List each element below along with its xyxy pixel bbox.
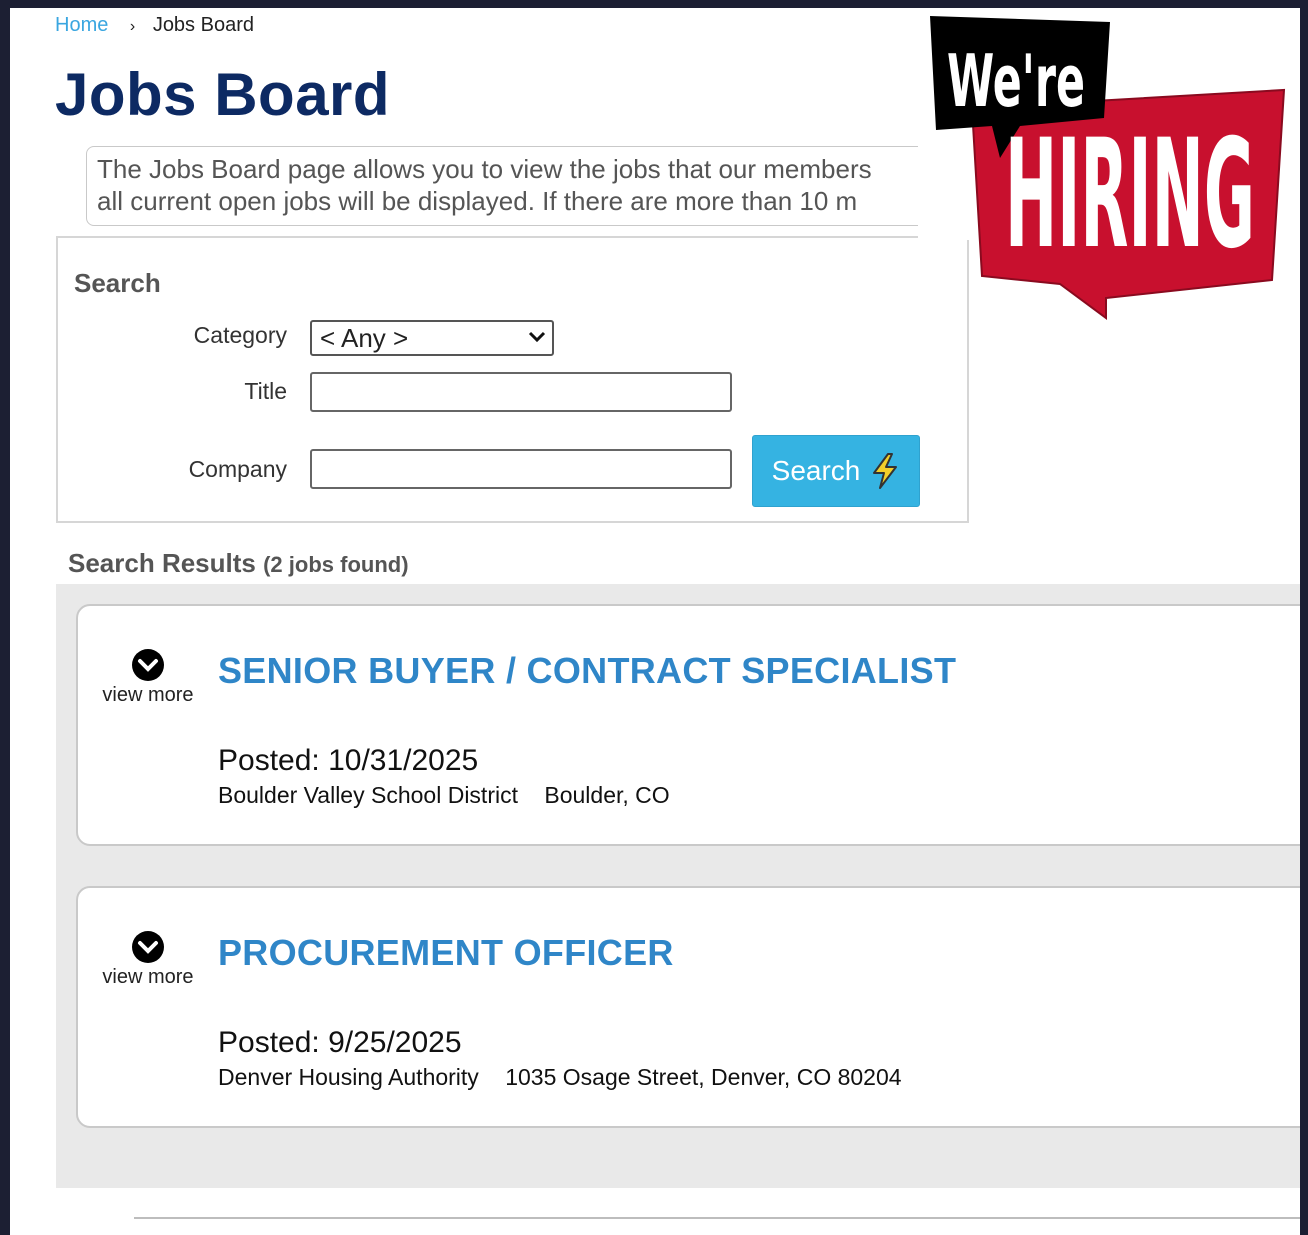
results-heading-label: Search Results	[68, 548, 256, 578]
job-location: 1035 Osage Street, Denver, CO 80204	[505, 1064, 902, 1090]
results-list: view more SENIOR BUYER / CONTRACT SPECIA…	[56, 584, 1300, 1188]
breadcrumb: Home › Jobs Board	[55, 14, 254, 37]
title-label: Title	[244, 378, 287, 404]
category-select[interactable]: < Any >	[310, 320, 554, 356]
job-location: Boulder, CO	[544, 782, 670, 808]
job-title-link[interactable]: SENIOR BUYER / CONTRACT SPECIALIST	[218, 650, 956, 692]
results-count: (2 jobs found)	[263, 552, 409, 577]
view-more-toggle[interactable]: view more	[96, 930, 200, 989]
job-title-link[interactable]: PROCUREMENT OFFICER	[218, 932, 674, 974]
badge-line-2: HIRING	[1005, 108, 1255, 282]
search-button-label: Search	[771, 455, 861, 486]
results-heading: Search Results (2 jobs found)	[68, 548, 409, 579]
company-label: Company	[188, 456, 287, 482]
lightning-icon	[873, 453, 898, 489]
view-more-label: view more	[102, 684, 194, 706]
breadcrumb-separator: ›	[129, 18, 136, 35]
category-select-value: < Any >	[320, 323, 409, 353]
jobs-board-page: Home › Jobs Board Jobs Board The Jobs Bo…	[10, 8, 1300, 1235]
breadcrumb-current: Jobs Board	[152, 14, 254, 36]
job-card: view more PROCUREMENT OFFICER Posted: 9/…	[76, 886, 1300, 1128]
category-label: Category	[193, 322, 287, 348]
chevron-circle-down-icon	[132, 931, 164, 963]
job-card: view more SENIOR BUYER / CONTRACT SPECIA…	[76, 604, 1300, 846]
bottom-divider	[134, 1217, 1300, 1219]
company-input[interactable]	[310, 449, 732, 489]
view-more-label: view more	[102, 966, 194, 988]
search-button[interactable]: Search	[752, 435, 920, 507]
were-hiring-badge: We're HIRING	[930, 16, 1286, 320]
search-panel: Search Category < Any > Title Company Se…	[56, 236, 969, 523]
job-organization: Denver Housing Authority	[218, 1064, 479, 1090]
job-posted-date: Posted: 9/25/2025	[218, 1026, 462, 1059]
title-input[interactable]	[310, 372, 732, 412]
job-organization-line: Boulder Valley School District Boulder, …	[218, 782, 670, 809]
job-posted-date: Posted: 10/31/2025	[218, 744, 479, 777]
page-title: Jobs Board	[55, 61, 391, 128]
job-organization: Boulder Valley School District	[218, 782, 518, 808]
breadcrumb-home-link[interactable]: Home	[55, 14, 108, 36]
job-organization-line: Denver Housing Authority 1035 Osage Stre…	[218, 1064, 902, 1091]
view-more-toggle[interactable]: view more	[96, 648, 200, 707]
chevron-circle-down-icon	[132, 649, 164, 681]
chevron-down-icon	[528, 331, 546, 343]
search-heading: Search	[74, 268, 161, 298]
